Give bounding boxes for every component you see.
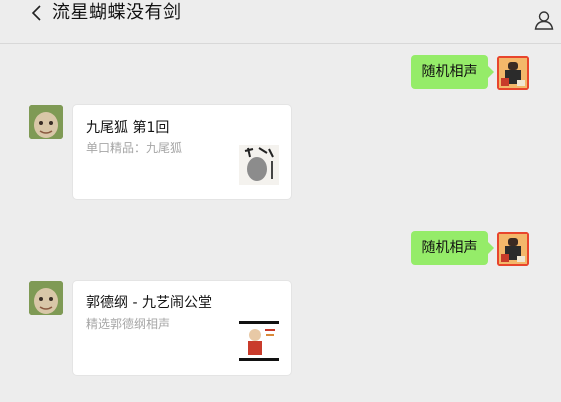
message-text: 随机相声 (421, 64, 478, 80)
card-description: 单口精品：九尾狐 (86, 141, 183, 155)
message-bubble-self[interactable]: 随机相声 (411, 231, 494, 265)
avatar[interactable] (497, 232, 529, 266)
avatar[interactable] (29, 105, 63, 139)
user-icon[interactable] (534, 10, 554, 30)
message-text: 随机相声 (421, 240, 478, 256)
avatar-image (29, 281, 63, 315)
avatar[interactable] (497, 56, 529, 90)
chat-header: 流星蝴蝶没有剑 (0, 0, 561, 44)
avatar-image (29, 105, 63, 139)
link-card[interactable]: 郭德纲 - 九艺闹公堂 精选郭德纲相声 (73, 281, 291, 375)
card-thumbnail (239, 145, 279, 185)
chat-title: 流星蝴蝶没有剑 (52, 2, 182, 23)
avatar-image (497, 56, 529, 90)
link-card[interactable]: 九尾狐 第1回 单口精品：九尾狐 (73, 105, 291, 199)
avatar[interactable] (29, 281, 63, 315)
card-description: 精选郭德纲相声 (86, 317, 171, 331)
card-thumbnail (239, 321, 279, 361)
card-title: 郭德纲 - 九艺闹公堂 (86, 295, 212, 311)
thumbnail-image (239, 145, 279, 185)
avatar-image (497, 232, 529, 266)
chevron-left-icon[interactable] (30, 4, 44, 22)
card-title: 九尾狐 第1回 (86, 120, 170, 136)
thumbnail-image (239, 321, 279, 361)
message-bubble-self[interactable]: 随机相声 (411, 55, 494, 89)
